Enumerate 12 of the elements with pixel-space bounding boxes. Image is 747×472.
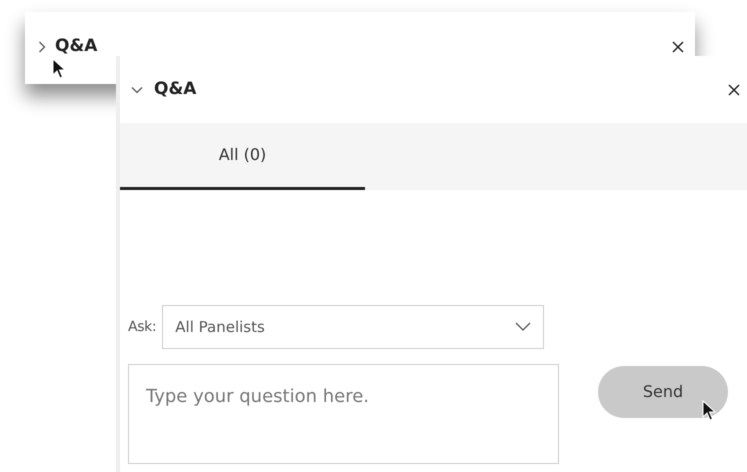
panel-title: Q&A bbox=[55, 35, 98, 58]
recipient-dropdown[interactable]: All Panelists bbox=[162, 305, 544, 349]
mouse-pointer-icon bbox=[702, 400, 716, 422]
question-field[interactable]: Type your question here. bbox=[128, 364, 559, 464]
panel-title: Q&A bbox=[154, 78, 196, 101]
tab[interactable]: All (0) bbox=[120, 123, 365, 190]
close-icon[interactable] bbox=[671, 40, 685, 54]
ask-label: Ask: bbox=[128, 318, 156, 336]
chevron-down-icon bbox=[515, 322, 532, 332]
mouse-pointer-icon bbox=[52, 58, 66, 80]
send-button[interactable]: Send bbox=[598, 366, 728, 418]
close-icon[interactable] bbox=[727, 82, 741, 96]
